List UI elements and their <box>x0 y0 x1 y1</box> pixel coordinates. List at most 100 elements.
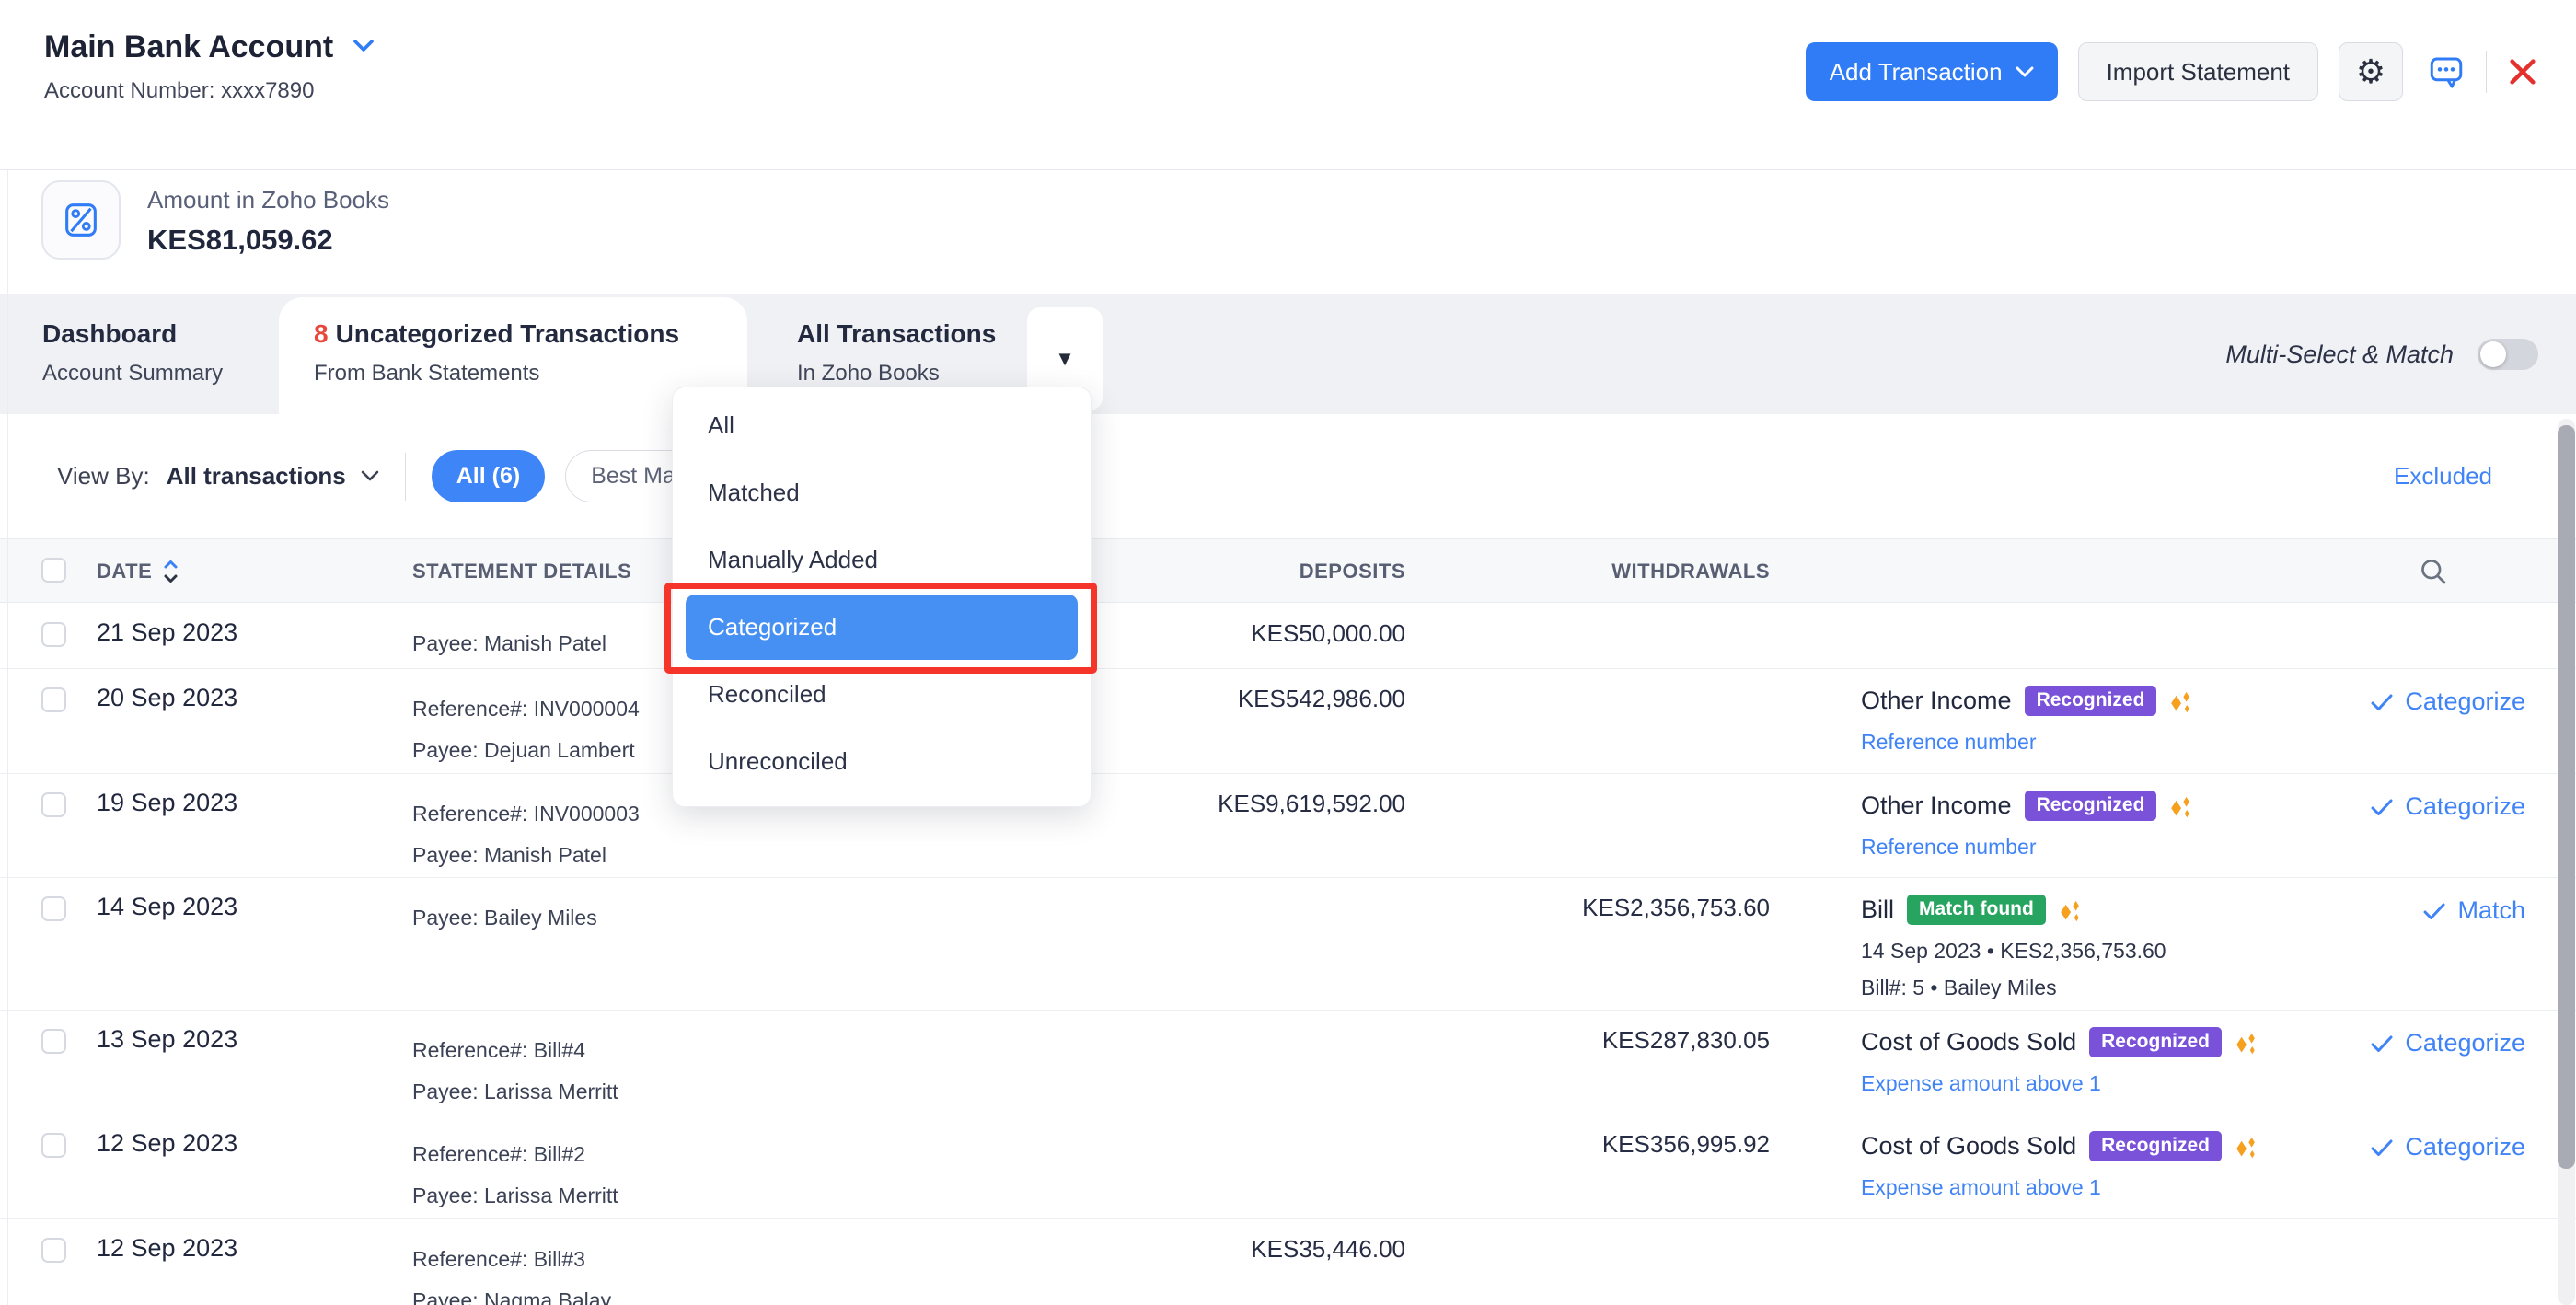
page-header: Main Bank Account Account Number: xxxx78… <box>0 0 2576 170</box>
ai-sparkle-icon <box>2231 1132 2259 1161</box>
filter-dropdown-menu: All Matched Manually Added Categorized R… <box>672 387 1092 807</box>
add-transaction-button[interactable]: Add Transaction <box>1805 42 2058 101</box>
ai-sparkle-icon <box>2166 791 2194 820</box>
table-row[interactable]: 12 Sep 2023 Reference#: Bill#3 Payee: Nag… <box>0 1219 2576 1305</box>
multi-select-toggle[interactable] <box>2478 339 2538 370</box>
divider <box>404 452 406 501</box>
dropdown-item-label: All <box>708 411 734 439</box>
status-badge: Match found <box>1907 894 2046 925</box>
dropdown-item[interactable]: Matched <box>673 459 1091 526</box>
status-sublines: Reference number <box>1861 723 2395 760</box>
tab-all-title: All Transactions <box>797 319 997 348</box>
row-checkbox[interactable] <box>41 792 66 817</box>
amount-label: Amount in Zoho Books <box>147 186 390 214</box>
toggle-knob <box>2480 341 2506 367</box>
row-date: 12 Sep 2023 <box>97 1129 238 1157</box>
status-link[interactable]: Expense amount above 1 <box>1861 1065 2395 1102</box>
row-action-link[interactable]: Match <box>2422 896 2525 925</box>
feedback-chat-icon[interactable] <box>2427 52 2466 91</box>
view-by-value[interactable]: All transactions <box>167 462 346 491</box>
row-statement-details: Reference#: Bill#3 Payee: Nagma Balay <box>412 1247 612 1305</box>
row-checkbox[interactable] <box>41 687 66 712</box>
row-action-link[interactable]: Categorize <box>2370 792 2525 821</box>
multi-select-match-label: Multi-Select & Match <box>2225 340 2454 368</box>
uncategorized-count: 8 <box>314 319 329 348</box>
header-actions: Add Transaction Import Statement ⚙ <box>1805 42 2538 101</box>
dropdown-item-label: Unreconciled <box>708 747 848 775</box>
status-link[interactable]: Reference number <box>1861 723 2395 760</box>
row-category-title: Bill <box>1861 895 1895 923</box>
row-date: 12 Sep 2023 <box>97 1234 238 1262</box>
row-checkbox[interactable] <box>41 622 66 647</box>
row-statement-details: Reference#: INV000003 Payee: Manish Patel <box>412 802 640 867</box>
row-statement-details: Reference#: INV000004 Payee: Dejuan Lambe… <box>412 697 640 762</box>
sort-icon[interactable] <box>163 559 179 584</box>
row-checkbox[interactable] <box>41 896 66 921</box>
row-action-link[interactable]: Categorize <box>2370 1029 2525 1057</box>
account-title-block[interactable]: Main Bank Account Account Number: xxxx78… <box>44 29 375 104</box>
import-statement-button[interactable]: Import Statement <box>2077 42 2318 101</box>
table-header: DATE STATEMENT DETAILS DEPOSITS WITHDRAW… <box>0 538 2576 603</box>
search-icon[interactable] <box>2417 555 2450 593</box>
table-row[interactable]: 13 Sep 2023 Reference#: Bill#4 Payee: Lar… <box>0 1011 2576 1114</box>
table-row[interactable]: 14 Sep 2023 Payee: Bailey Miles KES2,356… <box>0 878 2576 1011</box>
divider <box>2486 51 2487 93</box>
row-checkbox[interactable] <box>41 1133 66 1158</box>
excluded-link[interactable]: Excluded <box>2394 462 2492 491</box>
column-header-date[interactable]: DATE <box>97 539 179 604</box>
dropdown-item[interactable]: Manually Added <box>673 526 1091 594</box>
tab-all-transactions[interactable]: All Transactions In Zoho Books <box>797 319 996 387</box>
dropdown-item[interactable]: Categorized <box>686 595 1078 660</box>
row-checkbox[interactable] <box>41 1029 66 1054</box>
view-by-label: View By: <box>57 462 150 490</box>
status-link[interactable]: Reference number <box>1861 828 2395 865</box>
row-action-link[interactable]: Categorize <box>2370 687 2525 716</box>
filter-dropdown-list: All Matched Manually Added Categorized R… <box>673 392 1091 795</box>
status-badge: Recognized <box>2089 1026 2222 1057</box>
table-row[interactable]: 19 Sep 2023 Reference#: INV000003 Payee: … <box>0 774 2576 878</box>
dropdown-item[interactable]: All <box>673 392 1091 459</box>
filter-row: View By: All transactions All (6) Best M… <box>0 414 2576 538</box>
row-action-link[interactable]: Categorize <box>2370 1133 2525 1161</box>
row-statement-details: Payee: Manish Patel <box>412 631 606 655</box>
filter-pill-all[interactable]: All (6) <box>431 450 546 502</box>
close-icon[interactable] <box>2507 56 2538 87</box>
chevron-down-icon[interactable] <box>352 39 375 57</box>
dropdown-item[interactable]: Reconciled <box>673 661 1091 728</box>
table-row[interactable]: 20 Sep 2023 Reference#: INV000004 Payee: … <box>0 669 2576 774</box>
status-badge: Recognized <box>2024 685 2157 716</box>
tab-dashboard[interactable]: Dashboard Account Summary <box>42 319 223 387</box>
row-checkbox[interactable] <box>41 1238 66 1263</box>
row-deposit-amount: KES542,986.00 <box>1237 685 1405 712</box>
status-badge: Recognized <box>2089 1130 2222 1161</box>
import-statement-label: Import Statement <box>2106 57 2290 86</box>
dropdown-item-label: Categorized <box>708 613 837 641</box>
column-header-statement-details: STATEMENT DETAILS <box>412 560 632 583</box>
row-deposit-amount: KES50,000.00 <box>1251 619 1405 647</box>
status-sublines: 14 Sep 2023 • KES2,356,753.60 Bill#: 5 • … <box>1861 932 2395 1006</box>
ai-sparkle-icon <box>2055 895 2084 924</box>
table-row[interactable]: 21 Sep 2023 Payee: Manish Patel KES50,00… <box>0 604 2576 669</box>
row-date: 14 Sep 2023 <box>97 893 238 920</box>
status-link[interactable]: Expense amount above 1 <box>1861 1169 2395 1206</box>
tab-uncategorized-title: 8 Uncategorized Transactions <box>314 319 680 348</box>
status-badge: Recognized <box>2024 790 2157 821</box>
transactions-table-body: 21 Sep 2023 Payee: Manish Patel KES50,00… <box>0 604 2576 1305</box>
dropdown-item-label: Manually Added <box>708 546 879 573</box>
row-date: 21 Sep 2023 <box>97 618 238 646</box>
amount-summary: Amount in Zoho Books KES81,059.62 <box>0 171 2576 294</box>
table-row[interactable]: 12 Sep 2023 Reference#: Bill#2 Payee: Lar… <box>0 1114 2576 1219</box>
add-transaction-label: Add Transaction <box>1829 57 2003 86</box>
status-text: Bill#: 5 • Bailey Miles <box>1861 976 2057 999</box>
action-label: Match <box>2457 896 2525 924</box>
row-status: Bill Match found 14 Sep 2023 • KES2,356,… <box>1861 890 2395 1006</box>
chevron-down-icon[interactable] <box>361 470 379 482</box>
row-withdrawal-amount: KES2,356,753.60 <box>1582 894 1770 921</box>
zoho-books-logo <box>41 180 121 260</box>
select-all-checkbox[interactable] <box>41 558 66 583</box>
dropdown-item[interactable]: Unreconciled <box>673 728 1091 795</box>
tab-all-subtitle: In Zoho Books <box>797 361 940 386</box>
settings-button[interactable]: ⚙ <box>2339 42 2403 101</box>
scrollbar-thumb[interactable] <box>2558 425 2575 1169</box>
tab-dashboard-subtitle: Account Summary <box>42 361 224 386</box>
